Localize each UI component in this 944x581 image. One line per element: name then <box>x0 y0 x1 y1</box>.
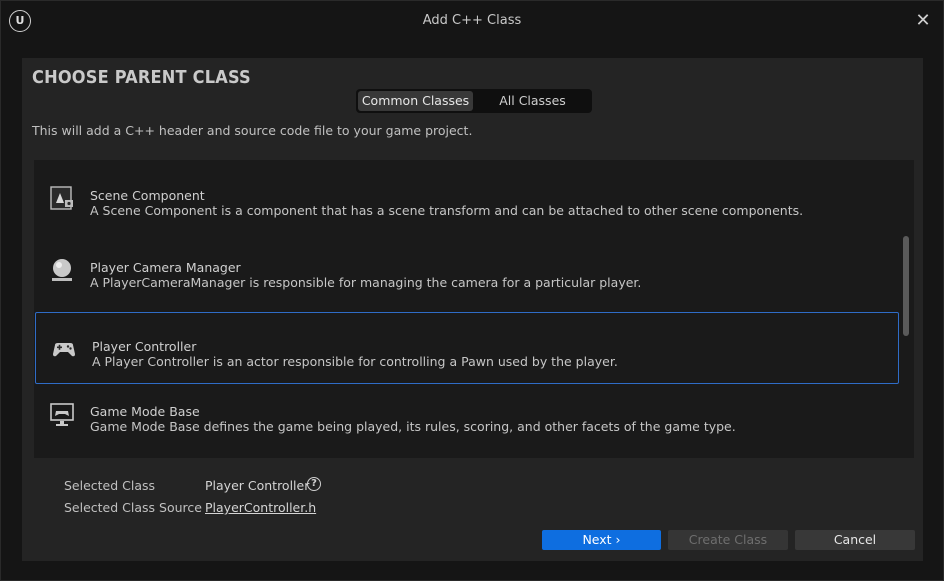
class-name: Player Camera Manager <box>90 260 241 275</box>
tab-all-classes[interactable]: All Classes <box>475 91 590 111</box>
game-mode-icon <box>50 403 74 426</box>
camera-manager-icon <box>52 259 72 281</box>
tab-common-classes[interactable]: Common Classes <box>358 91 473 111</box>
cancel-button[interactable]: Cancel <box>795 530 915 550</box>
list-item-player-camera-manager[interactable]: Player Camera Manager A PlayerCameraMana… <box>34 234 898 306</box>
list-scrollbar[interactable] <box>903 236 909 336</box>
class-filter-toggle: Common Classes All Classes <box>356 89 592 113</box>
help-icon[interactable]: ? <box>307 477 321 491</box>
parent-class-list: Scene Component A Scene Component is a c… <box>34 160 914 458</box>
class-description: Game Mode Base defines the game being pl… <box>90 419 736 434</box>
list-item-scene-component[interactable]: Scene Component A Scene Component is a c… <box>34 162 898 234</box>
create-class-button[interactable]: Create Class <box>668 530 788 550</box>
chevron-right-icon: › <box>611 532 621 547</box>
scene-component-icon <box>50 186 73 210</box>
title-bar[interactable]: U Add C++ Class ✕ <box>1 1 943 43</box>
content-panel: CHOOSE PARENT CLASS Common Classes All C… <box>22 58 923 561</box>
class-name: Game Mode Base <box>90 404 200 419</box>
selected-class-label: Selected Class <box>64 478 156 493</box>
class-description: A Scene Component is a component that ha… <box>90 203 804 218</box>
selected-class-value: Player Controller <box>205 478 310 493</box>
add-cpp-class-dialog: U Add C++ Class ✕ CHOOSE PARENT CLASS Co… <box>0 0 944 581</box>
class-description: A Player Controller is an actor responsi… <box>92 354 618 369</box>
gamepad-icon <box>53 343 75 357</box>
close-icon[interactable]: ✕ <box>913 11 933 31</box>
window-title: Add C++ Class <box>422 13 522 28</box>
subtitle: This will add a C++ header and source co… <box>32 123 473 138</box>
list-item-player-controller[interactable]: Player Controller A Player Controller is… <box>35 312 899 384</box>
selected-source-link[interactable]: PlayerController.h <box>205 500 316 515</box>
class-name: Player Controller <box>92 339 197 354</box>
list-item-game-mode-base[interactable]: Game Mode Base Game Mode Base defines th… <box>34 378 898 450</box>
selected-source-label: Selected Class Source <box>64 500 202 515</box>
class-description: A PlayerCameraManager is responsible for… <box>90 275 642 290</box>
page-title: CHOOSE PARENT CLASS <box>32 67 251 88</box>
next-button[interactable]: Next › <box>542 530 661 550</box>
next-button-label: Next <box>582 532 612 547</box>
class-name: Scene Component <box>90 188 205 203</box>
